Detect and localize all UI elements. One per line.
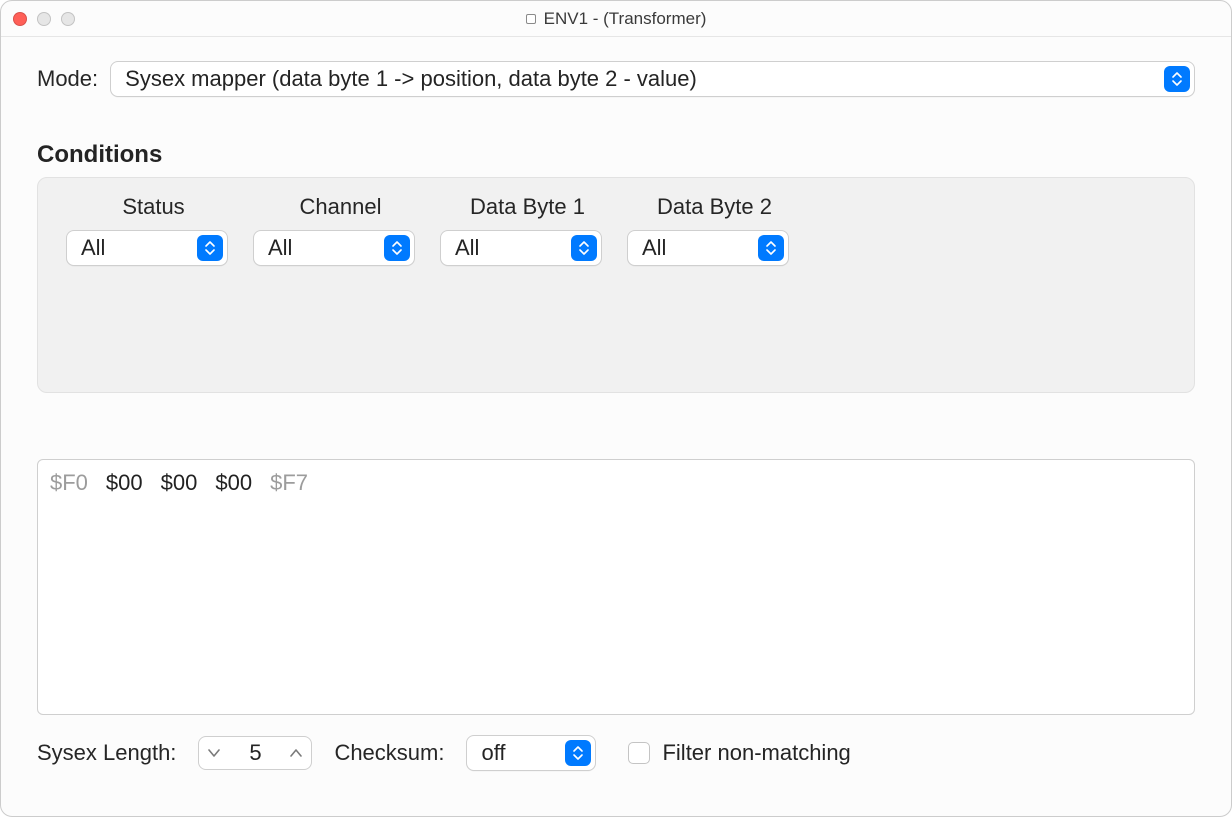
updown-arrows-icon (565, 740, 591, 766)
filter-non-matching-label: Filter non-matching (662, 740, 850, 766)
window-title: ENV1 - (Transformer) (544, 9, 707, 29)
window: ENV1 - (Transformer) Mode: Sysex mapper … (0, 0, 1232, 817)
updown-arrows-icon (197, 235, 223, 261)
cond-head-data1: Data Byte 1 (440, 190, 615, 222)
checksum-label: Checksum: (334, 740, 444, 766)
minimize-button[interactable] (37, 12, 51, 26)
conditions-panel: Status Channel Data Byte 1 Data Byte 2 A… (37, 177, 1195, 393)
updown-arrows-icon (758, 235, 784, 261)
data2-value: All (642, 235, 750, 261)
sysex-byte: $F7 (270, 470, 308, 496)
conditions-grid: Status Channel Data Byte 1 Data Byte 2 A… (66, 190, 1166, 266)
mode-popup[interactable]: Sysex mapper (data byte 1 -> position, d… (110, 61, 1195, 97)
status-value: All (81, 235, 189, 261)
cond-head-channel: Channel (253, 190, 428, 222)
checkbox-box (628, 742, 650, 764)
conditions-title: Conditions (37, 141, 1195, 169)
channel-value: All (268, 235, 376, 261)
sysex-byte: $00 (161, 470, 198, 496)
filter-non-matching-checkbox[interactable]: Filter non-matching (628, 740, 850, 766)
status-popup[interactable]: All (66, 230, 228, 266)
sysex-byte: $F0 (50, 470, 88, 496)
sysex-bytes: $F0 $00 $00 $00 $F7 (50, 470, 1182, 496)
checksum-value: off (481, 740, 557, 766)
sysex-length-label: Sysex Length: (37, 740, 176, 766)
content: Mode: Sysex mapper (data byte 1 -> posit… (1, 37, 1231, 816)
chevron-down-icon (208, 748, 220, 758)
updown-arrows-icon (384, 235, 410, 261)
close-button[interactable] (13, 12, 27, 26)
traffic-lights (13, 12, 75, 26)
data1-popup[interactable]: All (440, 230, 602, 266)
cond-head-data2: Data Byte 2 (627, 190, 802, 222)
updown-arrows-icon (1164, 66, 1190, 92)
data1-value: All (455, 235, 563, 261)
footer: Sysex Length: 5 Checksum: off Filter (37, 735, 1195, 771)
step-up-button[interactable] (281, 737, 311, 769)
mode-label: Mode: (37, 66, 98, 92)
step-down-button[interactable] (199, 737, 229, 769)
sysex-byte: $00 (106, 470, 143, 496)
zoom-button[interactable] (61, 12, 75, 26)
mode-value: Sysex mapper (data byte 1 -> position, d… (125, 66, 1156, 92)
data2-popup[interactable]: All (627, 230, 789, 266)
channel-popup[interactable]: All (253, 230, 415, 266)
chevron-up-icon (290, 748, 302, 758)
mode-row: Mode: Sysex mapper (data byte 1 -> posit… (37, 61, 1195, 97)
sysex-byte: $00 (215, 470, 252, 496)
cond-head-status: Status (66, 190, 241, 222)
updown-arrows-icon (571, 235, 597, 261)
document-proxy-icon (526, 14, 536, 24)
sysex-length-value: 5 (229, 740, 281, 766)
window-title-wrap: ENV1 - (Transformer) (1, 9, 1231, 29)
sysex-hex-box[interactable]: $F0 $00 $00 $00 $F7 (37, 459, 1195, 715)
checksum-popup[interactable]: off (466, 735, 596, 771)
titlebar: ENV1 - (Transformer) (1, 1, 1231, 37)
sysex-length-stepper[interactable]: 5 (198, 736, 312, 770)
